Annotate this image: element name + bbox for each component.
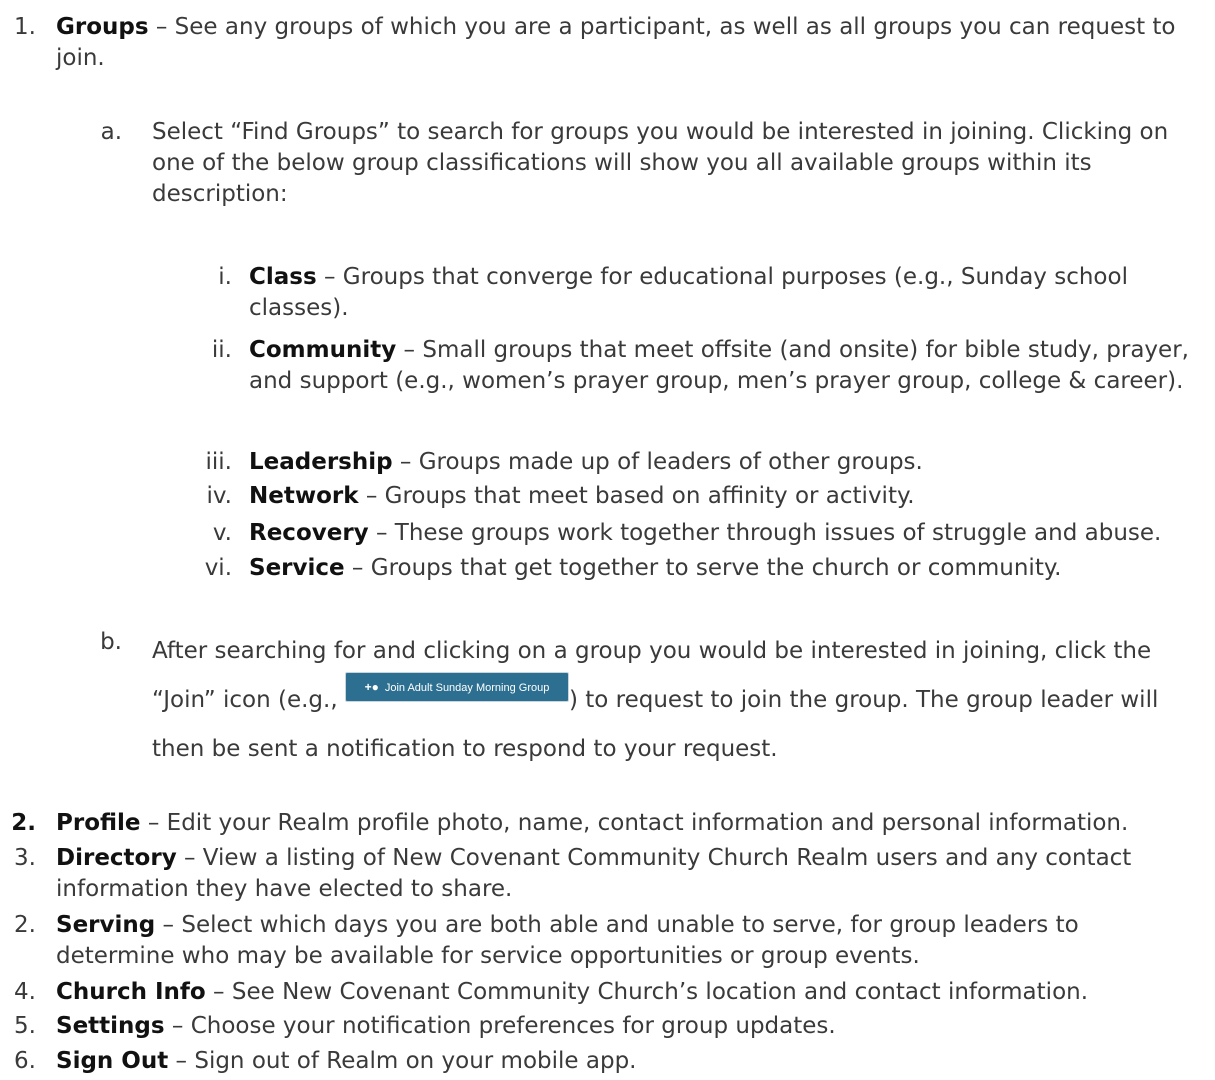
item-title: Church Info (56, 979, 206, 1005)
list-text: Sign Out – Sign out of Realm on your mob… (56, 1046, 1211, 1077)
list-roman: v. (212, 520, 232, 546)
item-description: – Groups that converge for educational p… (249, 264, 1128, 321)
item-description: – Groups made up of leaders of other gro… (392, 449, 923, 475)
list-number: 6. (14, 1048, 36, 1074)
list-roman: iv. (206, 483, 232, 509)
item-title: Sign Out (56, 1048, 169, 1074)
list-text: Select “Find Groups” to search for group… (152, 119, 1169, 207)
item-description: – Select which days you are both able an… (56, 912, 1079, 969)
item-description: – Groups that meet based on affinity or … (358, 483, 915, 509)
list-number: 3. (14, 845, 36, 871)
join-button-label: Join Adult Sunday Morning Group (384, 681, 550, 694)
item-title: Community (249, 337, 397, 363)
item-title: Groups (56, 14, 149, 40)
list-number: 4. (14, 979, 36, 1005)
list-text: Community – Small groups that meet offsi… (249, 335, 1209, 397)
list-letter: a. (100, 119, 122, 145)
item-description: – These groups work together through iss… (368, 520, 1162, 546)
add-person-icon: +● (364, 679, 379, 694)
list-number: 5. (14, 1013, 36, 1039)
join-group-button-example: +● Join Adult Sunday Morning Group (344, 671, 569, 702)
item-description: – View a listing of New Covenant Communi… (56, 845, 1132, 902)
item-title: Class (249, 264, 317, 290)
list-text: Profile – Edit your Realm profile photo,… (56, 808, 1211, 839)
item-description: – Choose your notification preferences f… (164, 1013, 836, 1039)
item-title: Serving (56, 912, 156, 938)
list-number: 2. (14, 912, 36, 938)
list-text: Recovery – These groups work together th… (249, 518, 1209, 549)
item-description: – Edit your Realm profile photo, name, c… (140, 810, 1129, 836)
item-description: – Sign out of Realm on your mobile app. (168, 1048, 637, 1074)
list-roman: i. (218, 264, 232, 290)
list-number: 2. (11, 810, 36, 836)
item-title: Service (249, 555, 345, 581)
item-title: Network (249, 483, 359, 509)
item-title: Recovery (249, 520, 369, 546)
list-text: Network – Groups that meet based on affi… (249, 481, 1209, 512)
item-title: Settings (56, 1013, 165, 1039)
list-text: Church Info – See New Covenant Community… (56, 977, 1211, 1008)
list-text: After searching for and clicking on a gr… (152, 627, 1212, 774)
list-text: Groups – See any groups of which you are… (56, 12, 1206, 74)
list-text: Leadership – Groups made up of leaders o… (249, 447, 1209, 478)
item-title: Leadership (249, 449, 393, 475)
list-text: Directory – View a listing of New Covena… (56, 843, 1176, 905)
list-number: 1. (14, 14, 36, 40)
item-title: Directory (56, 845, 177, 871)
list-text: Class – Groups that converge for educati… (249, 262, 1209, 324)
list-letter: b. (100, 629, 122, 655)
list-roman: iii. (205, 449, 232, 475)
item-description: – See New Covenant Community Church’s lo… (205, 979, 1089, 1005)
item-description: – Groups that get together to serve the … (344, 555, 1062, 581)
list-roman: ii. (211, 337, 232, 363)
list-roman: vi. (204, 555, 232, 581)
list-text: Serving – Select which days you are both… (56, 910, 1146, 972)
list-text: Settings – Choose your notification pref… (56, 1011, 1211, 1042)
item-description: – See any groups of which you are a part… (56, 14, 1176, 71)
item-title: Profile (56, 810, 141, 836)
list-text: Service – Groups that get together to se… (249, 553, 1209, 584)
